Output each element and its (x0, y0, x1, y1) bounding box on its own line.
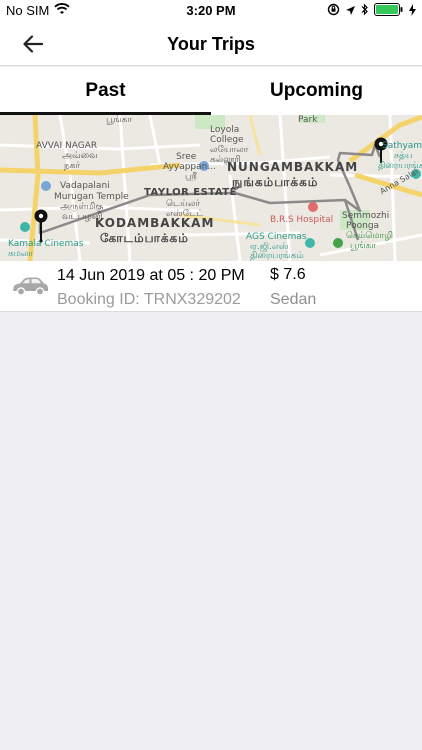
map-label-avvai-nagar-ta: அவ்வை (62, 151, 98, 161)
booking-id: Booking ID: TRNX329202 (57, 291, 241, 308)
tab-upcoming[interactable]: Upcoming (211, 67, 422, 115)
location-icon (345, 4, 356, 19)
status-bar: No SIM 3:20 PM (0, 0, 422, 22)
trip-fare: $ 7.6 (270, 266, 306, 283)
map-label-avvai-nagar: AVVAI NAGAR (36, 141, 98, 151)
map-label-sree: Sree (176, 152, 197, 162)
map-label-park: Park (298, 115, 318, 125)
map-label-avvai-nagar-ta2: நகர் (64, 161, 81, 171)
trip-tabs: Past Upcoming (0, 67, 422, 115)
map-label-brs-hospital: B.R.S Hospital (270, 215, 334, 225)
map-label-poonga: Poonga (346, 221, 380, 231)
map-label-taylor-estate: TAYLOR ESTATE (144, 187, 237, 198)
page-title: Your Trips (167, 34, 255, 54)
orientation-lock-icon (327, 3, 340, 19)
map-label-nungambakkam: NUNGAMBAKKAM (227, 160, 359, 174)
car-type: Sedan (270, 291, 317, 308)
map-label-poonga-top: பூங்கா (106, 115, 132, 125)
map-label-loyola-ta: லயோலா (210, 145, 249, 155)
sedan-car-icon (13, 277, 48, 296)
map-label-ayyappan: Ayyappan... (163, 162, 216, 172)
battery-icon (374, 3, 404, 19)
map-label-kodambakkam: KODAMBAKKAM (95, 216, 215, 230)
map-label-kamala-cinemas-ta: கமலா (8, 249, 34, 259)
bluetooth-icon (361, 3, 369, 19)
navigation-bar: Your Trips (0, 22, 422, 66)
map-label-sree-ta: ஸ்ரீ (185, 172, 197, 182)
map-label-loyola-college: College (210, 135, 244, 145)
map-label-semmozhi-ta2: பூங்கா (350, 241, 376, 251)
trip-card[interactable]: AVVAI NAGAR அவ்வை நகர் Loyola College லய… (0, 115, 422, 312)
map-label-kodambakkam-ta: கோடம்பாக்கம் (100, 231, 189, 245)
map-label-murugan-temple: Murugan Temple (54, 192, 129, 202)
map-label-loyola: Loyola (210, 125, 240, 135)
map-label-kamala-cinemas: Kamala Cinemas (8, 239, 84, 249)
map-label-nungambakkam-ta: நுங்கம்பாக்கம் (232, 175, 319, 189)
map-label-ags-cinemas-ta2: திரையரங்கம் (250, 251, 304, 261)
status-right (327, 3, 416, 19)
map-label-sathyam-ta: சத்ய (394, 151, 413, 161)
trip-route-map: AVVAI NAGAR அவ்வை நகர் Loyola College லய… (0, 115, 422, 261)
map-label-sathyam-cinemas: Sathyam Cinem (382, 141, 422, 151)
tab-past[interactable]: Past (0, 67, 211, 115)
map-label-vadapalani-ta: அருள்மிகு (60, 202, 104, 212)
map-label-taylor-estate-ta: டெய்லர் (166, 199, 201, 209)
map-label-ags-cinemas: AGS Cinemas (246, 232, 307, 242)
trip-date-time: 14 Jun 2019 at 05 : 20 PM (57, 267, 245, 284)
trip-info: 14 Jun 2019 at 05 : 20 PM Booking ID: TR… (0, 261, 422, 312)
map-label-vadapalani: Vadapalani (60, 181, 110, 191)
charging-icon (409, 3, 416, 19)
map-label-semmozhi: Semmozhi (342, 211, 390, 221)
map-label-semmozhi-ta: செம்மொழி (346, 231, 394, 241)
